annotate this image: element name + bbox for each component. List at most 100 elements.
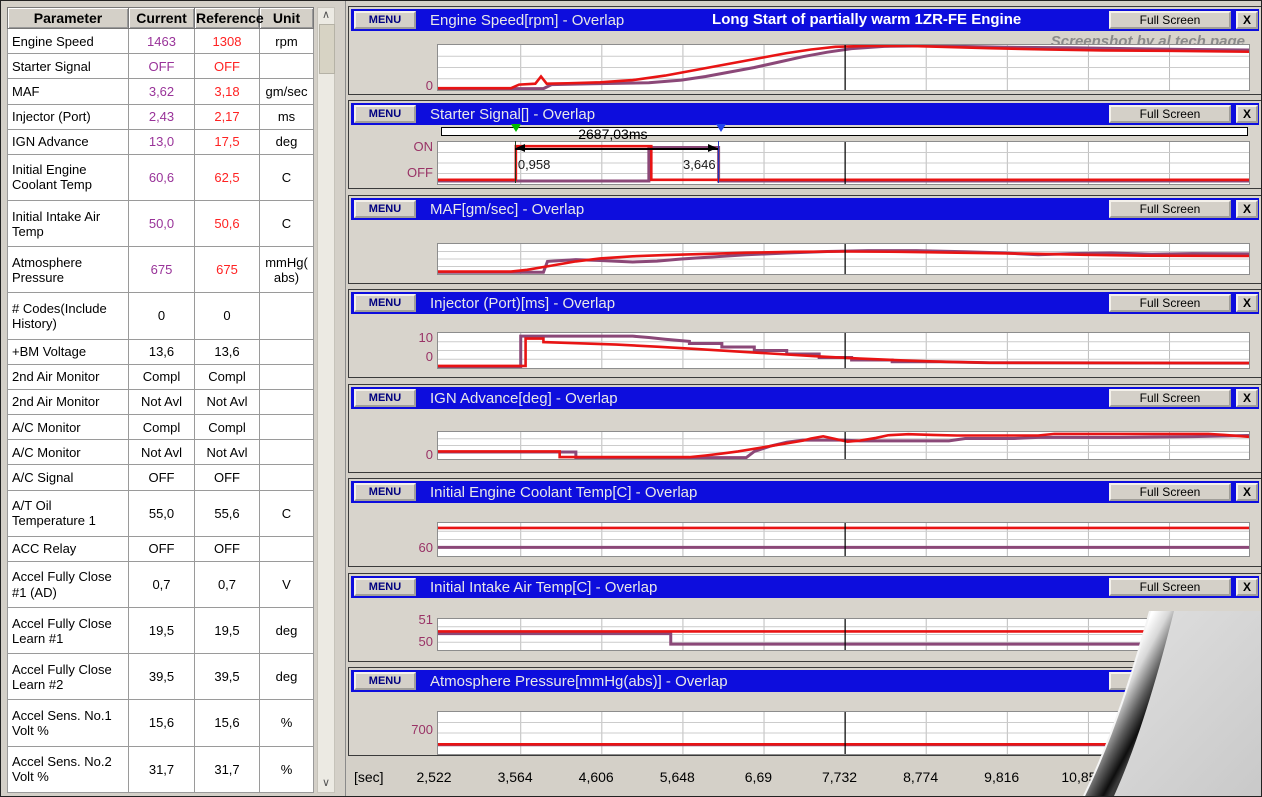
reference-value: 62,5 — [195, 154, 260, 200]
panel-titlebar: MENUAtmosphere Pressure[mmHg(abs)] - Ove… — [351, 670, 1259, 692]
close-button[interactable]: X — [1236, 578, 1258, 596]
table-row[interactable]: MAF3,623,18gm/sec — [8, 79, 314, 104]
green-marker-icon[interactable] — [511, 124, 521, 132]
unit-value — [260, 364, 314, 389]
panel-title: Engine Speed[rpm] - Overlap — [430, 12, 624, 29]
unit-value: C — [260, 154, 314, 200]
current-value: 39,5 — [129, 654, 195, 700]
table-row[interactable]: Initial Engine Coolant Temp60,662,5C — [8, 154, 314, 200]
chart-panel: MENU Initial Intake Air Temp[C] - Overlap… — [348, 573, 1262, 662]
current-value: OFF — [129, 536, 195, 561]
table-row[interactable]: Accel Sens. No.2 Volt %31,731,7% — [8, 746, 314, 792]
close-button[interactable]: X — [1236, 294, 1258, 312]
unit-value — [260, 339, 314, 364]
time-tick-label: 5,648 — [660, 769, 695, 785]
unit-value: deg — [260, 654, 314, 700]
table-row[interactable]: Injector (Port)2,432,17ms — [8, 104, 314, 129]
table-row[interactable]: Starter SignalOFFOFF — [8, 54, 314, 79]
table-row[interactable]: IGN Advance13,017,5deg — [8, 129, 314, 154]
table-row[interactable]: A/T Oil Temperature 155,055,6C — [8, 490, 314, 536]
table-row[interactable]: ACC RelayOFFOFF — [8, 536, 314, 561]
table-row[interactable]: # Codes(Include History)00 — [8, 293, 314, 339]
menu-button[interactable]: MENU — [354, 105, 416, 123]
current-value: 1463 — [129, 29, 195, 54]
table-row[interactable]: Atmosphere Pressure675675mmHg(abs) — [8, 247, 314, 293]
table-row[interactable]: +BM Voltage13,613,6 — [8, 339, 314, 364]
scroll-up-icon[interactable]: ∧ — [318, 8, 334, 24]
plot-area[interactable] — [437, 618, 1250, 651]
chart-panel: MENUAtmosphere Pressure[mmHg(abs)] - Ove… — [348, 667, 1262, 756]
menu-button[interactable]: MENU — [354, 483, 416, 501]
measure-cursor-2[interactable] — [718, 141, 719, 183]
unit-value — [260, 440, 314, 465]
plot-area[interactable] — [437, 44, 1250, 91]
fullscreen-button[interactable]: Full Screen — [1109, 672, 1231, 690]
table-row[interactable]: 2nd Air MonitorComplCompl — [8, 364, 314, 389]
panel-titlebar: MENUInjector (Port)[ms] - OverlapFull Sc… — [351, 292, 1259, 314]
param-name: +BM Voltage — [8, 339, 129, 364]
menu-button[interactable]: MENU — [354, 200, 416, 218]
chart-panel: MENU MAF[gm/sec] - Overlap Full Screen X — [348, 195, 1262, 284]
menu-button[interactable]: MENU — [354, 11, 416, 29]
current-value: 15,6 — [129, 700, 195, 746]
blue-marker-icon[interactable] — [716, 124, 726, 132]
plot-area[interactable] — [437, 243, 1250, 275]
close-button[interactable]: X — [1236, 672, 1258, 690]
table-row[interactable]: A/C MonitorComplCompl — [8, 415, 314, 440]
fullscreen-button[interactable]: Full Screen — [1109, 578, 1231, 596]
table-row[interactable]: A/C MonitorNot AvlNot Avl — [8, 440, 314, 465]
fullscreen-button[interactable]: Full Screen — [1109, 483, 1231, 501]
unit-value — [260, 293, 314, 339]
y-axis-label: 51 — [385, 612, 433, 627]
current-value: 50,0 — [129, 201, 195, 247]
table-row[interactable]: A/C SignalOFFOFF — [8, 465, 314, 490]
plot-area[interactable] — [437, 332, 1250, 369]
panel-titlebar: MENU Initial Intake Air Temp[C] - Overlap… — [351, 576, 1259, 598]
menu-button[interactable]: MENU — [354, 389, 416, 407]
fullscreen-button[interactable]: Full Screen — [1109, 294, 1231, 312]
menu-button[interactable]: MENU — [354, 294, 416, 312]
scroll-down-icon[interactable]: ∨ — [318, 776, 334, 792]
menu-button[interactable]: MENU — [354, 672, 416, 690]
param-name: ACC Relay — [8, 536, 129, 561]
table-row[interactable]: Accel Fully Close Learn #119,519,5deg — [8, 608, 314, 654]
close-button[interactable]: X — [1236, 11, 1258, 29]
table-row[interactable]: 2nd Air MonitorNot AvlNot Avl — [8, 389, 314, 414]
parameter-table-region: ParameterCurrentReferenceUnit Engine Spe… — [1, 1, 341, 797]
unit-value: V — [260, 561, 314, 607]
y-axis-label: OFF — [385, 165, 433, 180]
parameter-table-body: Engine Speed14631308rpmStarter SignalOFF… — [8, 29, 314, 793]
fullscreen-button[interactable]: Full Screen — [1109, 105, 1231, 123]
plot-area[interactable] — [437, 522, 1250, 557]
panel-title: Initial Intake Air Temp[C] - Overlap — [430, 579, 657, 596]
close-button[interactable]: X — [1236, 105, 1258, 123]
time-tick-label: 10,858 — [1061, 769, 1104, 785]
panel-title: MAF[gm/sec] - Overlap — [430, 201, 584, 218]
close-button[interactable]: X — [1236, 389, 1258, 407]
panel-title: Initial Engine Coolant Temp[C] - Overlap — [430, 484, 697, 501]
unit-value: deg — [260, 129, 314, 154]
y-axis-label: 0 — [385, 78, 433, 93]
fullscreen-button[interactable]: Full Screen — [1109, 11, 1231, 29]
table-row[interactable]: Accel Fully Close #1 (AD)0,70,7V — [8, 561, 314, 607]
reference-value: OFF — [195, 536, 260, 561]
close-button[interactable]: X — [1236, 200, 1258, 218]
scroll-thumb[interactable] — [319, 24, 335, 74]
vertical-scrollbar[interactable]: ∧ ∨ — [317, 7, 335, 793]
table-row[interactable]: Initial Intake Air Temp50,050,6C — [8, 201, 314, 247]
close-button[interactable]: X — [1236, 483, 1258, 501]
reference-value: 17,5 — [195, 129, 260, 154]
fullscreen-button[interactable]: Full Screen — [1109, 200, 1231, 218]
unit-value: % — [260, 746, 314, 792]
chart-panel: MENUInjector (Port)[ms] - OverlapFull Sc… — [348, 289, 1262, 378]
unit-value — [260, 465, 314, 490]
current-value: OFF — [129, 465, 195, 490]
plot-area[interactable] — [437, 711, 1250, 755]
table-row[interactable]: Accel Fully Close Learn #239,539,5deg — [8, 654, 314, 700]
table-row[interactable]: Engine Speed14631308rpm — [8, 29, 314, 54]
menu-button[interactable]: MENU — [354, 578, 416, 596]
range-slider[interactable] — [441, 127, 1248, 136]
table-row[interactable]: Accel Sens. No.1 Volt %15,615,6% — [8, 700, 314, 746]
fullscreen-button[interactable]: Full Screen — [1109, 389, 1231, 407]
plot-area[interactable] — [437, 431, 1250, 460]
